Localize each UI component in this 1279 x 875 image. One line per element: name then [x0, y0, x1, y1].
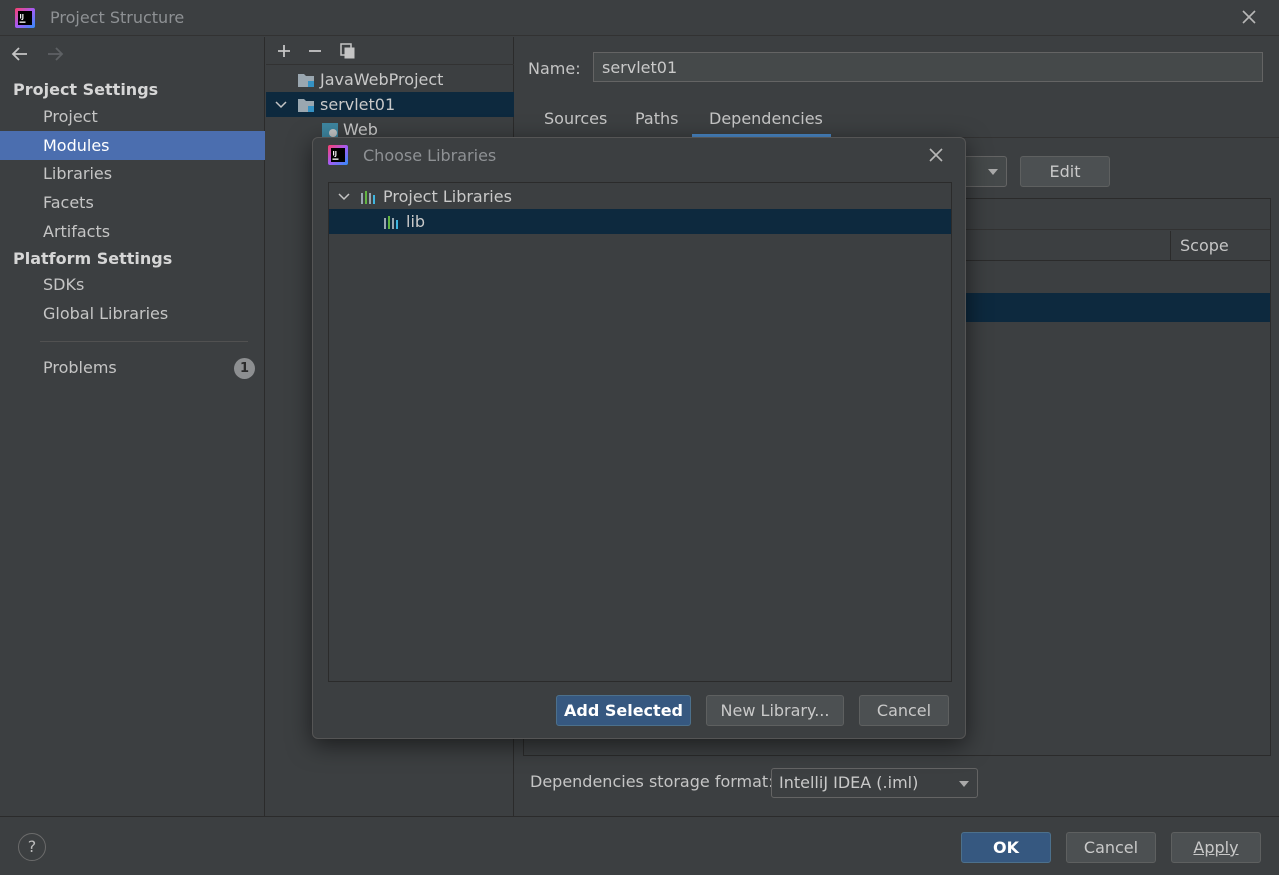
sidebar-item-libraries[interactable]: Libraries — [0, 159, 265, 188]
module-name-input[interactable] — [593, 52, 1263, 82]
library-icon — [384, 216, 398, 229]
module-folder-icon — [298, 74, 314, 87]
sidebar-item-label: Global Libraries — [43, 304, 169, 323]
close-icon[interactable] — [1239, 7, 1259, 27]
sidebar-item-label: SDKs — [43, 275, 85, 294]
tree-item-lib[interactable]: lib — [329, 209, 951, 234]
apply-button-label: Apply — [1193, 838, 1239, 857]
web-facet-icon — [322, 123, 338, 137]
sidebar-item-facets[interactable]: Facets — [0, 188, 265, 217]
sidebar-item-artifacts[interactable]: Artifacts — [0, 217, 265, 246]
sidebar-item-label: Libraries — [43, 164, 113, 183]
sidebar-item-problems[interactable]: Problems 1 — [0, 353, 265, 382]
sidebar-item-project[interactable]: Project — [0, 102, 265, 131]
tree-item-servlet01[interactable]: servlet01 — [266, 92, 514, 117]
chevron-down-icon[interactable] — [338, 192, 350, 202]
sidebar-item-global-libraries[interactable]: Global Libraries — [0, 299, 265, 328]
tree-item-label: lib — [406, 212, 426, 231]
tree-item-label: JavaWebProject — [320, 70, 444, 89]
minus-icon[interactable] — [305, 41, 325, 61]
cancel-button[interactable]: Cancel — [1066, 832, 1156, 863]
window-titlebar: IJ Project Structure — [0, 0, 1279, 36]
edit-sdk-button[interactable]: Edit — [1020, 156, 1110, 187]
nav-arrows — [9, 43, 74, 67]
choose-libraries-dialog: IJ Choose Libraries Project Libraries li… — [312, 137, 966, 739]
storage-format-label: Dependencies storage format: — [530, 772, 774, 791]
module-folder-icon — [298, 99, 314, 112]
storage-format-value: IntelliJ IDEA (.iml) — [779, 773, 919, 792]
dialog-footer: ? OK Cancel Apply — [0, 816, 1279, 875]
arrow-right-icon[interactable] — [44, 43, 66, 65]
sidebar-item-label: Problems — [43, 358, 117, 377]
sidebar-item-label: Project — [43, 107, 98, 126]
sidebar-divider — [40, 341, 248, 342]
problems-count-badge: 1 — [234, 358, 255, 379]
tree-item-label: Project Libraries — [383, 187, 512, 206]
help-button[interactable]: ? — [18, 833, 46, 861]
close-icon[interactable] — [927, 146, 945, 164]
dialog-title: Choose Libraries — [363, 146, 497, 165]
sidebar-item-label: Modules — [43, 136, 110, 155]
tab-dependencies[interactable]: Dependencies — [709, 109, 823, 128]
storage-format-select[interactable]: IntelliJ IDEA (.iml) — [771, 768, 978, 798]
modules-toolbar — [266, 37, 514, 65]
arrow-left-icon[interactable] — [9, 43, 31, 65]
new-library-button-label: New Library... — [720, 701, 830, 720]
plus-icon[interactable] — [274, 41, 294, 61]
intellij-idea-icon: IJ — [15, 8, 35, 28]
sidebar-item-modules[interactable]: Modules — [0, 131, 265, 160]
tree-item-label: servlet01 — [320, 95, 396, 114]
copy-icon[interactable] — [338, 41, 358, 61]
sidebar-item-label: Facets — [43, 193, 94, 212]
apply-button[interactable]: Apply — [1171, 832, 1261, 863]
project-settings-header: Project Settings — [13, 80, 159, 99]
svg-text:IJ: IJ — [333, 151, 337, 158]
name-label: Name: — [528, 59, 581, 78]
scope-column-header[interactable]: Scope — [1170, 231, 1270, 261]
sidebar-item-sdks[interactable]: SDKs — [0, 270, 265, 299]
ok-button[interactable]: OK — [961, 832, 1051, 863]
tab-paths[interactable]: Paths — [635, 109, 678, 128]
chevron-down-icon[interactable] — [275, 100, 287, 110]
window-title: Project Structure — [50, 8, 185, 27]
tab-sources[interactable]: Sources — [544, 109, 607, 128]
dropdown-arrow-icon — [988, 169, 998, 175]
svg-text:IJ: IJ — [20, 14, 24, 21]
tree-item-javawebproject[interactable]: JavaWebProject — [266, 67, 514, 92]
new-library-button[interactable]: New Library... — [706, 695, 844, 726]
dropdown-arrow-icon — [959, 781, 969, 787]
library-icon — [361, 191, 375, 204]
sidebar-item-label: Artifacts — [43, 222, 111, 241]
platform-settings-header: Platform Settings — [13, 249, 173, 268]
add-selected-button[interactable]: Add Selected — [556, 695, 691, 726]
intellij-idea-icon: IJ — [328, 145, 348, 165]
settings-sidebar: Project Settings Project Modules Librari… — [0, 37, 265, 816]
dialog-cancel-button[interactable]: Cancel — [859, 695, 949, 726]
libraries-tree: Project Libraries lib — [328, 182, 952, 682]
tree-item-project-libraries[interactable]: Project Libraries — [329, 184, 951, 209]
